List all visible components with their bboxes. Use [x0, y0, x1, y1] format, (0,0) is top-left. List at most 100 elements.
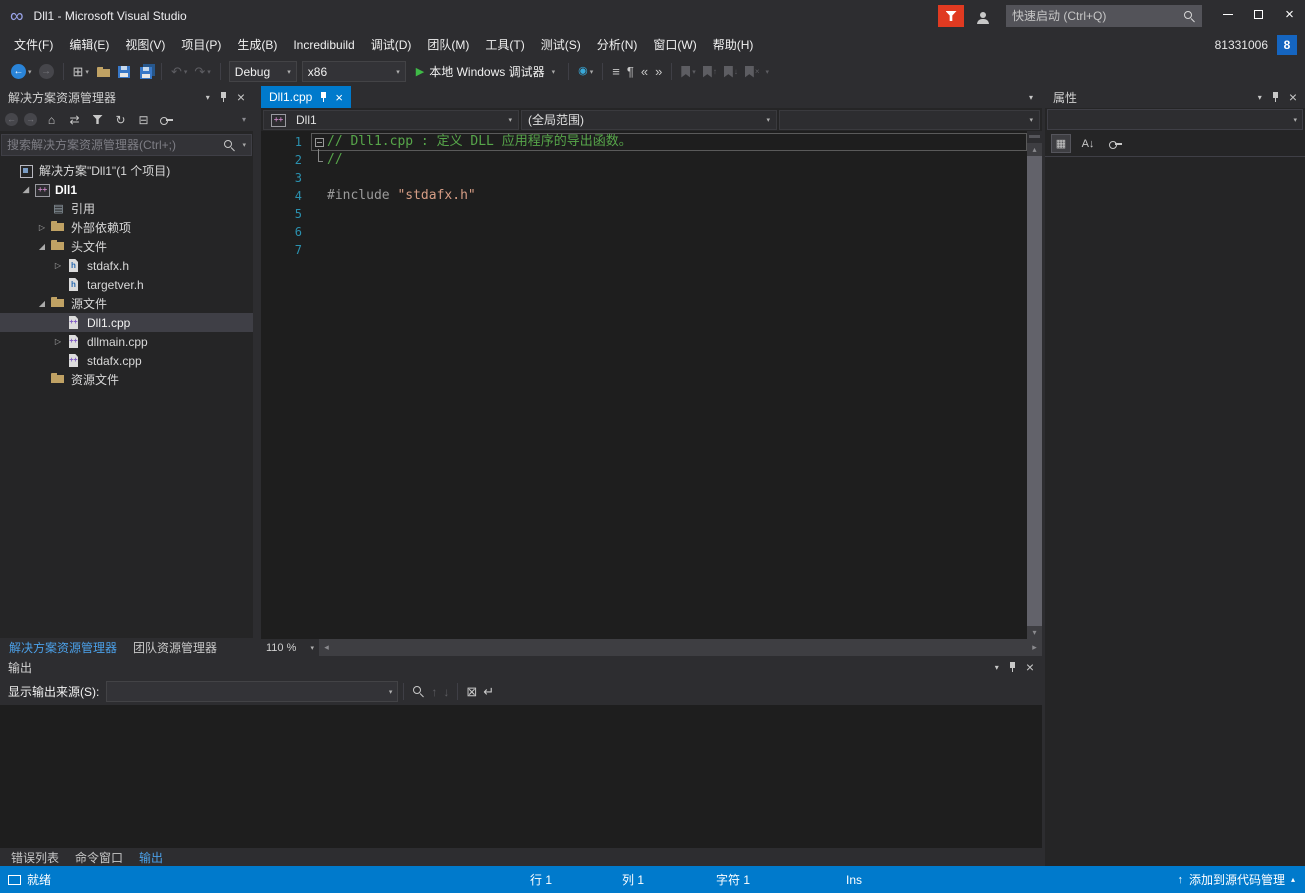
- close-button[interactable]: ×: [1274, 0, 1305, 28]
- solution-search-input[interactable]: [7, 138, 220, 152]
- send-feedback-button[interactable]: [970, 5, 996, 27]
- refresh-icon[interactable]: ↻: [112, 111, 129, 128]
- menu-item-project[interactable]: 项目(P): [173, 32, 229, 57]
- menu-item-view[interactable]: 视图(V): [117, 32, 173, 57]
- navigate-back-button[interactable]: ← ▾: [8, 61, 35, 83]
- menu-item-build[interactable]: 生成(B): [229, 32, 285, 57]
- pin-icon[interactable]: [1008, 661, 1017, 673]
- tree-item-stdafx-cpp[interactable]: stdafx.cpp: [0, 351, 253, 370]
- pin-icon[interactable]: [219, 91, 228, 103]
- menu-item-analyze[interactable]: 分析(N): [589, 32, 646, 57]
- tab-solution-explorer[interactable]: 解决方案资源管理器: [2, 638, 124, 656]
- switch-views-icon[interactable]: ⇄: [66, 111, 83, 128]
- solution-configurations-combo[interactable]: Debug ▾: [228, 61, 297, 82]
- code-editor[interactable]: 1 // Dll1.cpp : 定义 DLL 应用程序的导出函数。 2 // 3 4 #in…: [261, 131, 1027, 639]
- project-dropdown[interactable]: Dll1 ▾: [263, 109, 519, 130]
- tree-item-header-files[interactable]: ◢ 头文件: [0, 237, 253, 256]
- collapse-region-icon[interactable]: [314, 137, 324, 147]
- active-files-dropdown-icon[interactable]: ▾: [1020, 93, 1042, 102]
- previous-message-button[interactable]: ↑: [428, 681, 440, 703]
- find-message-button[interactable]: [409, 681, 428, 703]
- clear-bookmarks-button[interactable]: ×: [742, 61, 763, 83]
- window-position-icon[interactable]: ▾: [206, 93, 210, 102]
- close-icon[interactable]: ×: [1289, 90, 1297, 104]
- window-position-icon[interactable]: ▾: [1258, 93, 1262, 102]
- tab-error-list[interactable]: 错误列表: [4, 848, 66, 866]
- maximize-button[interactable]: [1243, 0, 1274, 28]
- incredibuild-button[interactable]: ◉ ▾: [575, 61, 596, 83]
- decrease-indent-button[interactable]: «: [638, 61, 651, 83]
- tree-item-references[interactable]: 引用: [0, 199, 253, 218]
- output-content[interactable]: [0, 705, 1042, 848]
- vertical-scrollbar[interactable]: ▴ ▾: [1027, 131, 1042, 639]
- previous-bookmark-button[interactable]: ↑: [700, 61, 720, 83]
- expander-icon[interactable]: ▷: [34, 223, 50, 232]
- back-icon[interactable]: ←: [5, 113, 18, 126]
- menu-item-help[interactable]: 帮助(H): [705, 32, 762, 57]
- tree-item-source-files[interactable]: ◢ 源文件: [0, 294, 253, 313]
- menu-item-edit[interactable]: 编辑(E): [61, 32, 117, 57]
- expander-icon[interactable]: ◢: [34, 299, 50, 308]
- filter-icon[interactable]: [89, 111, 106, 128]
- tree-item-resource-files[interactable]: 资源文件: [0, 370, 253, 389]
- quick-launch-input[interactable]: [1012, 9, 1183, 23]
- scroll-right-icon[interactable]: ▸: [1027, 642, 1042, 653]
- tab-output[interactable]: 输出: [132, 848, 170, 866]
- toolbar-overflow-icon[interactable]: ▾: [765, 68, 769, 76]
- tree-item-stdafx-h[interactable]: ▷ stdafx.h: [0, 256, 253, 275]
- home-icon[interactable]: ⌂: [43, 111, 60, 128]
- search-options-icon[interactable]: ▾: [242, 141, 246, 149]
- tree-item-targetver-h[interactable]: targetver.h: [0, 275, 253, 294]
- tab-dll1-cpp[interactable]: Dll1.cpp ×: [261, 86, 351, 108]
- toggle-word-wrap-button[interactable]: ↵: [480, 681, 497, 703]
- navigate-forward-button[interactable]: →: [36, 61, 57, 83]
- menu-item-incredibuild[interactable]: Incredibuild: [285, 32, 362, 57]
- horizontal-scrollbar[interactable]: ◂ ▸: [319, 639, 1042, 656]
- properties-object-combo[interactable]: ▾: [1047, 109, 1303, 130]
- zoom-control[interactable]: 110 % ▾: [261, 639, 319, 656]
- menu-item-team[interactable]: 团队(M): [419, 32, 477, 57]
- account-id[interactable]: 81331006: [1215, 38, 1268, 52]
- tree-item-dll1-cpp[interactable]: Dll1.cpp: [0, 313, 253, 332]
- menu-item-tools[interactable]: 工具(T): [477, 32, 532, 57]
- alphabetical-button[interactable]: A↓: [1078, 134, 1098, 153]
- expander-icon[interactable]: ◢: [18, 185, 34, 194]
- expander-icon[interactable]: ▷: [50, 261, 66, 270]
- save-all-button[interactable]: [134, 61, 155, 83]
- undo-button[interactable]: ↶ ▾: [168, 61, 190, 83]
- properties-icon[interactable]: [158, 111, 175, 128]
- tree-item-solution[interactable]: 解决方案"Dll1"(1 个项目): [0, 161, 253, 180]
- window-position-icon[interactable]: ▾: [995, 663, 999, 672]
- panel-splitter[interactable]: [253, 86, 261, 656]
- output-source-combo[interactable]: ▾: [106, 681, 399, 702]
- tab-team-explorer[interactable]: 团队资源管理器: [126, 638, 224, 656]
- scope-dropdown[interactable]: (全局范围) ▾: [521, 109, 777, 130]
- pin-tab-icon[interactable]: [319, 91, 328, 103]
- tree-item-dllmain-cpp[interactable]: ▷ dllmain.cpp: [0, 332, 253, 351]
- save-button[interactable]: [115, 61, 133, 83]
- tree-item-project-dll1[interactable]: ◢ Dll1: [0, 180, 253, 199]
- expander-icon[interactable]: ◢: [34, 242, 50, 251]
- next-bookmark-button[interactable]: ↓: [721, 61, 741, 83]
- menu-item-file[interactable]: 文件(F): [6, 32, 61, 57]
- solution-platforms-combo[interactable]: x86 ▾: [301, 61, 406, 82]
- tab-command-window[interactable]: 命令窗口: [68, 848, 130, 866]
- increase-indent-button[interactable]: »: [652, 61, 665, 83]
- scroll-up-icon[interactable]: ▴: [1027, 143, 1042, 156]
- expander-icon[interactable]: ▷: [50, 337, 66, 346]
- toolbar-overflow-icon[interactable]: ▾: [242, 115, 248, 124]
- scrollbar-thumb[interactable]: [1027, 156, 1042, 626]
- clear-all-button[interactable]: ⊠: [463, 681, 480, 703]
- add-to-source-control-button[interactable]: ↑ 添加到源代码管理 ▴: [1177, 866, 1295, 893]
- splitter-grip[interactable]: [1027, 131, 1042, 143]
- categorized-button[interactable]: ▦: [1051, 134, 1071, 153]
- menu-item-test[interactable]: 测试(S): [533, 32, 589, 57]
- scroll-left-icon[interactable]: ◂: [319, 642, 334, 653]
- feedback-button[interactable]: [938, 5, 964, 27]
- members-dropdown[interactable]: ▾: [779, 109, 1040, 130]
- minimize-button[interactable]: [1212, 0, 1243, 28]
- open-file-button[interactable]: [93, 61, 114, 83]
- scrollbar-track[interactable]: [334, 639, 1027, 656]
- menu-item-debug[interactable]: 调试(D): [363, 32, 420, 57]
- start-debugging-button[interactable]: ▶ 本地 Windows 调试器 ▾: [409, 61, 562, 83]
